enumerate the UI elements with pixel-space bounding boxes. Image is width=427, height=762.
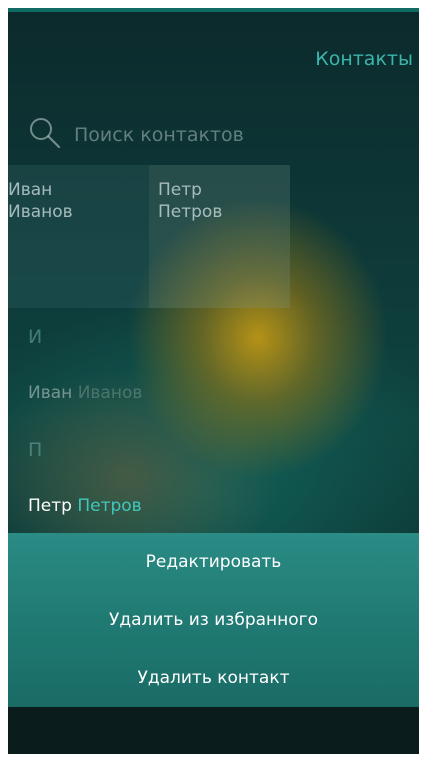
remove-from-favorites-menu-item[interactable]: Удалить из избранного xyxy=(8,591,419,649)
search-bar[interactable] xyxy=(28,115,314,155)
search-input[interactable] xyxy=(74,124,314,146)
favorite-contact-ivan[interactable]: Иван Иванов xyxy=(8,165,149,308)
status-bar xyxy=(8,8,419,12)
favorite-last-name: Иванов xyxy=(8,202,73,222)
delete-contact-menu-item[interactable]: Удалить контакт xyxy=(8,649,419,707)
context-menu: Редактировать Удалить из избранного Удал… xyxy=(8,533,419,707)
search-icon xyxy=(28,116,62,154)
favorite-contact-petr[interactable]: Петр Петров xyxy=(149,165,290,308)
contact-list-item-selected[interactable]: Петр Петров xyxy=(28,496,142,516)
bottom-area xyxy=(8,707,419,754)
phone-screen: Контакты Иван Иванов Петр Петров И Иван … xyxy=(8,8,419,754)
contact-list-item[interactable]: Иван Иванов xyxy=(28,383,142,403)
contact-last-name: Иванов xyxy=(77,383,143,403)
favorite-last-name: Петров xyxy=(158,202,223,222)
contact-last-name: Петров xyxy=(77,496,142,516)
edit-menu-item[interactable]: Редактировать xyxy=(8,533,419,591)
contact-first-name: Иван xyxy=(28,383,73,403)
favorite-first-name: Иван xyxy=(8,180,53,200)
contact-first-name: Петр xyxy=(28,496,72,516)
favorite-first-name: Петр xyxy=(158,180,202,200)
section-header-i: И xyxy=(28,326,43,348)
section-header-p: П xyxy=(28,439,43,461)
page-title: Контакты xyxy=(315,48,413,70)
favorites-grid: Иван Иванов Петр Петров xyxy=(8,165,290,308)
